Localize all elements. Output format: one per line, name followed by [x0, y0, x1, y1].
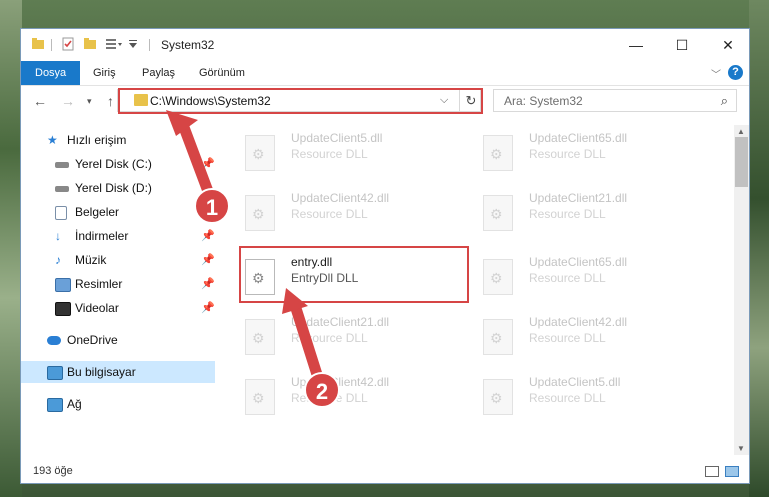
step-badge-2: 2 [304, 372, 340, 408]
step-badge-1: 1 [194, 188, 230, 224]
annotation-arrows [166, 110, 326, 390]
